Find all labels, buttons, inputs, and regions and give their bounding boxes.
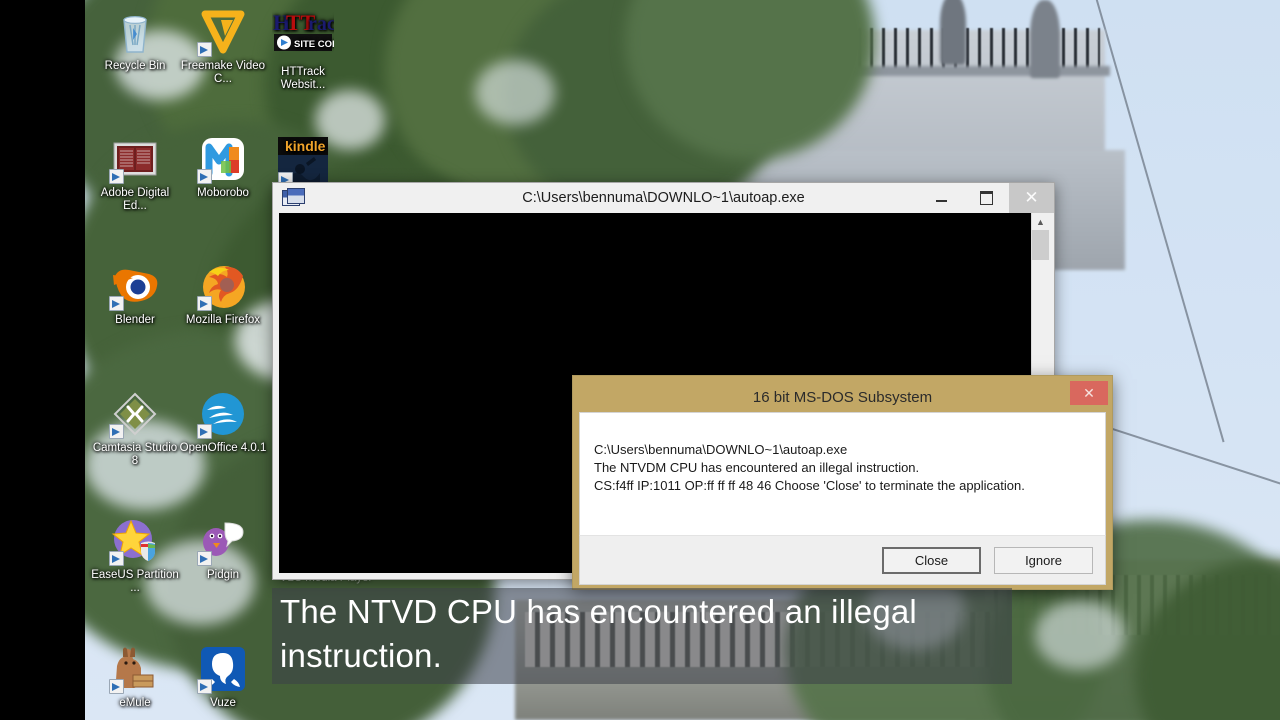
desktop-icon-pidgin[interactable]: Pidgin — [178, 517, 268, 582]
freemake-icon — [197, 8, 247, 57]
vuze-icon — [197, 645, 247, 694]
shortcut-overlay-icon — [197, 424, 212, 439]
scrollbar-thumb[interactable] — [1032, 230, 1049, 260]
shortcut-overlay-icon — [109, 679, 124, 694]
close-button[interactable]: Close — [882, 546, 981, 574]
building-statue — [1030, 0, 1060, 78]
dialog-message-line: C:\Users\bennuma\DOWNLO~1\autoap.exe — [594, 442, 848, 457]
shortcut-overlay-icon — [197, 679, 212, 694]
desktop-icon-blender[interactable]: Blender — [90, 262, 180, 327]
shortcut-overlay-icon — [197, 551, 212, 566]
desktop-icon-recycle-bin[interactable]: Recycle Bin — [90, 8, 180, 73]
ignore-button[interactable]: Ignore — [994, 546, 1093, 574]
svg-text:rack: rack — [308, 13, 334, 35]
desktop-icon-label: OpenOffice 4.0.1 — [179, 442, 267, 454]
camtasia-icon — [109, 390, 159, 439]
close-button[interactable]: ✕ — [1009, 183, 1054, 213]
minimize-button[interactable] — [919, 183, 964, 213]
adobe-digital-editions-icon — [109, 135, 159, 184]
shortcut-overlay-icon — [109, 296, 124, 311]
desktop-icon-label: eMule — [119, 697, 151, 709]
dialog-message-line: The NTVDM CPU has encountered an illegal… — [594, 460, 920, 475]
dos-subsystem-dialog[interactable]: 16 bit MS-DOS Subsystem ✕ C:\Users\bennu… — [572, 375, 1113, 590]
desktop-icon-label: Freemake Video C... — [180, 60, 266, 85]
desktop-icon-label: Recycle Bin — [104, 60, 166, 72]
moborobo-icon — [197, 135, 247, 184]
firefox-icon — [197, 262, 247, 311]
desktop-icon-label: EaseUS Partition ... — [91, 569, 179, 594]
desktop-icon-adobe-digital-ed[interactable]: Adobe Digital Ed... — [90, 135, 180, 213]
building-statue — [940, 0, 966, 65]
video-caption: The NTVD CPU has encountered an illegal … — [272, 588, 1012, 684]
dialog-message-line: CS:f4ff IP:1011 OP:ff ff ff 48 46 Choose… — [594, 478, 1025, 493]
easeus-icon — [109, 517, 159, 566]
dialog-title: 16 bit MS-DOS Subsystem — [752, 388, 933, 406]
emule-icon — [109, 645, 159, 694]
letterbox-left — [0, 0, 85, 720]
openoffice-icon — [197, 390, 247, 439]
desktop-icon-moborobo[interactable]: Moborobo — [178, 135, 268, 200]
desktop-icon-camtasia-studio[interactable]: Camtasia Studio 8 — [90, 390, 180, 468]
screen: Recycle Bin Freemake Video C... H TT rac… — [0, 0, 1280, 720]
desktop-icon-vuze[interactable]: Vuze — [178, 645, 268, 710]
desktop-icon-mozilla-firefox[interactable]: Mozilla Firefox — [178, 262, 268, 327]
desktop-icon-label: Blender — [115, 314, 155, 326]
desktop-icon-label: Adobe Digital Ed... — [100, 187, 170, 212]
shortcut-overlay-icon — [197, 296, 212, 311]
desktop-icon-label: Moborobo — [197, 187, 249, 199]
blender-icon — [109, 262, 159, 311]
pidgin-icon — [197, 517, 247, 566]
desktop-icon-freemake-video[interactable]: Freemake Video C... — [178, 8, 268, 86]
kindle-icon: kindle — [276, 135, 330, 189]
shortcut-overlay-icon — [109, 551, 124, 566]
shortcut-overlay-icon — [197, 42, 212, 57]
desktop-icon-label: Pidgin — [207, 569, 239, 581]
shortcut-overlay-icon — [197, 169, 212, 184]
desktop-icon-label: Vuze — [210, 697, 236, 709]
dialog-titlebar[interactable]: 16 bit MS-DOS Subsystem ✕ — [579, 381, 1108, 412]
scroll-up-icon[interactable]: ▲ — [1032, 213, 1049, 230]
recycle-bin-icon — [111, 8, 159, 56]
foliage-highlight — [1035, 600, 1125, 670]
svg-text:SITE COPIER: SITE COPIER — [294, 39, 334, 50]
desktop-icon-label: Mozilla Firefox — [185, 314, 261, 326]
desktop-icon-emule[interactable]: eMule — [90, 645, 180, 710]
console-titlebar[interactable]: C:\Users\bennuma\DOWNLO~1\autoap.exe ✕ — [273, 183, 1054, 213]
shortcut-overlay-icon — [109, 424, 124, 439]
foliage-highlight — [475, 60, 555, 125]
dialog-message-area: C:\Users\bennuma\DOWNLO~1\autoap.exe The… — [579, 412, 1106, 535]
httrack-icon: H TT rack SITE COPIER — [272, 8, 354, 62]
console-icon — [282, 188, 305, 206]
desktop-icon-openoffice[interactable]: OpenOffice 4.0.1 — [178, 390, 268, 455]
desktop-icon-label: Camtasia Studio 8 — [92, 442, 178, 467]
dialog-close-button[interactable]: ✕ — [1070, 381, 1108, 405]
desktop-icon-httrack-website[interactable]: H TT rack SITE COPIER HTTrack Websit... — [258, 8, 354, 92]
shortcut-overlay-icon — [109, 169, 124, 184]
dialog-button-bar: Close Ignore — [579, 535, 1106, 585]
maximize-button[interactable] — [964, 183, 1009, 213]
svg-text:kindle: kindle — [285, 138, 326, 154]
desktop-icon-label: HTTrack Websit... — [280, 66, 326, 91]
desktop-icon-easeus-partition[interactable]: EaseUS Partition ... — [90, 517, 180, 595]
